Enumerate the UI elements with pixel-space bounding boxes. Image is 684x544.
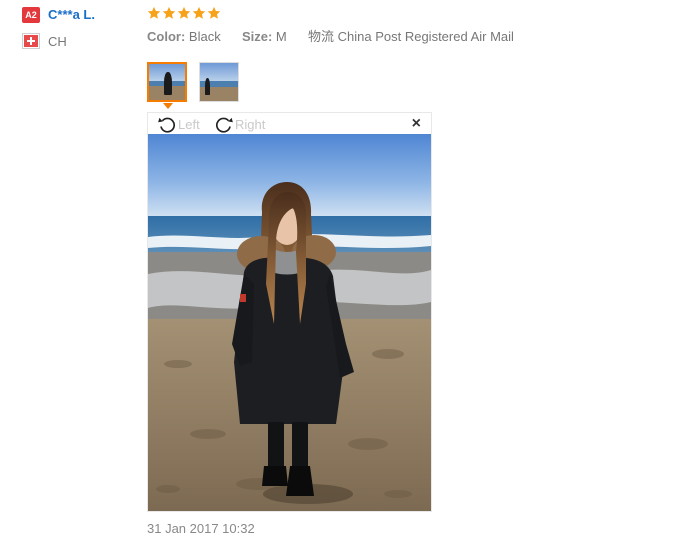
color-value: Black [188,29,221,44]
rotate-left-label: Left [178,116,200,132]
color-label: Color: [147,29,186,44]
star-icon [207,6,221,19]
star-icon [177,6,191,19]
viewer-toolbar: Left Right × [148,113,431,134]
order-details: Color: Black Size: M 物流 China Post Regis… [147,29,514,45]
photo-thumbnail[interactable] [199,62,239,102]
star-icon [192,6,206,19]
rotate-right-label: Right [235,116,266,132]
star-rating [147,5,221,23]
photo-thumbnail-selected[interactable] [147,62,187,102]
swiss-flag-icon [22,33,40,49]
selected-indicator-caret [163,103,173,109]
image-viewer: Left Right × [147,112,432,512]
size-value: M [275,29,287,44]
rotate-left-button[interactable]: Left [157,114,200,134]
size-label: Size: [241,29,273,44]
rotate-right-icon [216,117,233,133]
review-timestamp: 31 Jan 2017 10:32 [147,521,255,536]
star-icon [147,6,161,19]
close-icon[interactable]: × [412,115,421,133]
reviewer-name[interactable]: C***a L. [48,7,95,23]
rotate-right-button[interactable]: Right [214,114,265,134]
level-badge: A2 [22,7,40,23]
beach-photo-illustration [148,134,431,511]
rotate-left-icon [158,117,175,133]
review-photo [148,134,431,511]
shipping-method: 物流 China Post Registered Air Mail [308,29,514,44]
star-icon [162,6,176,19]
country-code: CH [48,34,67,49]
